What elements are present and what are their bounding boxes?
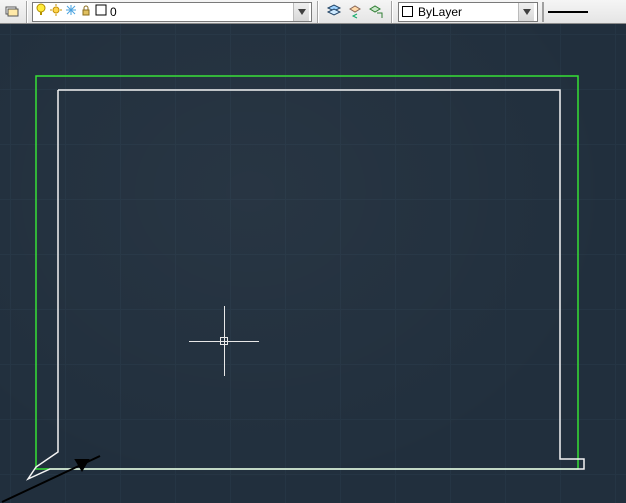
scene-svg <box>0 24 626 503</box>
layer-dropdown[interactable]: 0 <box>32 2 312 22</box>
layer-name-label: 0 <box>110 5 117 19</box>
chevron-down-icon <box>518 3 534 21</box>
layer-states-button[interactable] <box>324 2 344 22</box>
color-dropdown[interactable]: ByLayer <box>398 2 538 22</box>
layer-properties-button[interactable] <box>2 2 22 22</box>
layer-previous-button[interactable] <box>345 2 365 22</box>
top-toolbar: 0 ByLa <box>0 0 626 24</box>
toolbar-divider <box>317 1 319 23</box>
layer-panel: 0 <box>2 1 312 23</box>
viewport-white-rect <box>28 90 584 479</box>
sun-icon <box>50 4 62 19</box>
lightbulb-icon <box>35 3 47 20</box>
lineweight-panel <box>540 1 594 23</box>
toolbar-divider <box>391 1 393 23</box>
freeze-icon <box>65 4 77 19</box>
color-swatch-icon <box>402 6 413 17</box>
lineweight-bar-icon <box>548 11 588 13</box>
toolbar-divider <box>26 1 28 23</box>
drawing-canvas[interactable] <box>0 24 626 503</box>
layer-match-button[interactable] <box>366 2 386 22</box>
lineweight-preview[interactable] <box>542 2 594 22</box>
lock-icon <box>80 4 92 19</box>
color-label: ByLayer <box>418 5 462 19</box>
chevron-down-icon <box>293 3 309 21</box>
color-panel: ByLayer <box>398 1 538 23</box>
layer-color-swatch <box>95 4 107 19</box>
layer-tools-panel <box>324 1 386 23</box>
paper-limits-rect <box>36 76 578 469</box>
annotation-arrow <box>2 456 100 502</box>
